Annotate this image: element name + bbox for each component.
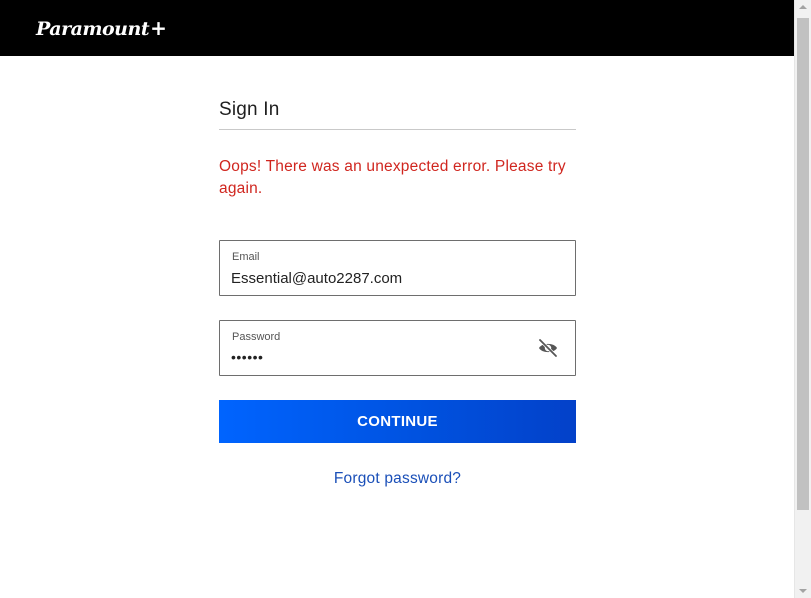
continue-button[interactable]: CONTINUE <box>219 400 576 443</box>
vertical-scrollbar[interactable] <box>794 0 811 598</box>
scrollbar-thumb[interactable] <box>797 18 809 510</box>
password-label: Password <box>232 331 281 343</box>
logo-text: Paramount <box>36 18 150 40</box>
email-value[interactable]: Essential@auto2287.com <box>231 270 402 287</box>
top-header: Paramount+ <box>0 0 794 56</box>
forgot-password-link[interactable]: Forgot password? <box>219 470 576 488</box>
email-field[interactable]: Email Essential@auto2287.com <box>219 240 576 296</box>
password-value[interactable]: •••••• <box>231 349 263 365</box>
eye-slash-icon[interactable] <box>537 338 559 358</box>
password-field[interactable]: Password •••••• <box>219 320 576 376</box>
sign-in-panel: Sign In Oops! There was an unexpected er… <box>219 96 576 488</box>
email-label: Email <box>232 251 260 263</box>
error-message: Oops! There was an unexpected error. Ple… <box>219 158 566 197</box>
page-title: Sign In <box>219 96 576 130</box>
paramount-plus-logo[interactable]: Paramount+ <box>36 14 167 43</box>
scroll-down-arrow-icon[interactable] <box>799 589 807 593</box>
logo-plus: + <box>150 16 167 40</box>
scroll-up-arrow-icon[interactable] <box>799 5 807 9</box>
